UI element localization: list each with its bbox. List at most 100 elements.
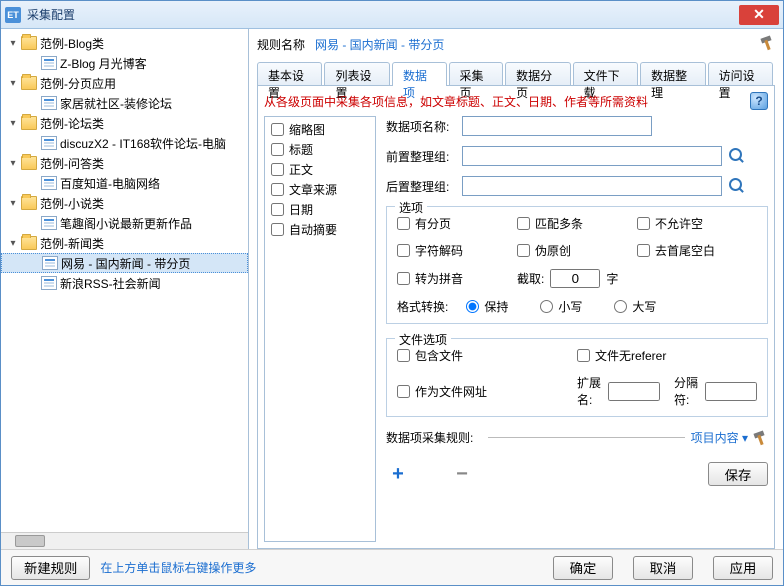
- tree-item[interactable]: 新浪RSS-社会新闻: [1, 273, 248, 293]
- expander-icon[interactable]: ▾: [7, 157, 19, 169]
- opt-include-file[interactable]: 包含文件: [397, 347, 577, 364]
- tree-label: 新浪RSS-社会新闻: [60, 275, 161, 292]
- ok-button[interactable]: 确定: [553, 556, 613, 580]
- expander-icon[interactable]: ▾: [7, 197, 19, 209]
- tab-3[interactable]: 采集页: [449, 62, 504, 85]
- pre-group-browse-icon[interactable]: [728, 147, 746, 165]
- tab-1[interactable]: 列表设置: [324, 62, 389, 85]
- opt-no-empty[interactable]: 不允许空: [637, 215, 757, 232]
- data-item-checkbox[interactable]: 日期: [271, 201, 369, 218]
- file-options-group: 文件选项 包含文件 文件无referer 作为文件网址 扩展名: 分隔符:: [386, 338, 768, 417]
- opt-to-pinyin[interactable]: 转为拼音: [397, 269, 517, 288]
- tree-item[interactable]: discuzX2 - IT168软件论坛-电脑: [1, 133, 248, 153]
- opt-has-paging[interactable]: 有分页: [397, 215, 517, 232]
- tree-label: 范例-小说类: [40, 195, 104, 212]
- tree-label: 范例-新闻类: [40, 235, 104, 252]
- tree-label: 范例-分页应用: [40, 75, 116, 92]
- opt-match-multi[interactable]: 匹配多条: [517, 215, 637, 232]
- file-icon: [41, 96, 57, 110]
- truncate-input[interactable]: [550, 269, 600, 288]
- tab-0[interactable]: 基本设置: [257, 62, 322, 85]
- titlebar: ET 采集配置 ✕: [1, 1, 783, 29]
- item-name-input[interactable]: [462, 116, 652, 136]
- opt-as-file-url[interactable]: 作为文件网址: [397, 374, 577, 408]
- folder-icon: [21, 156, 37, 170]
- tree-label: discuzX2 - IT168软件论坛-电脑: [60, 135, 226, 152]
- tree-label: 网易 - 国内新闻 - 带分页: [61, 255, 190, 272]
- tab-6[interactable]: 数据整理: [640, 62, 705, 85]
- tree-folder[interactable]: ▾范例-问答类: [1, 153, 248, 173]
- data-item-list[interactable]: 缩略图标题正文文章来源日期自动摘要: [264, 116, 376, 542]
- rule-name-value: 网易 - 国内新闻 - 带分页: [315, 36, 444, 53]
- expander-icon[interactable]: ▾: [7, 37, 19, 49]
- tree-item[interactable]: 网易 - 国内新闻 - 带分页: [1, 253, 248, 273]
- tree-folder[interactable]: ▾范例-Blog类: [1, 33, 248, 53]
- tab-7[interactable]: 访问设置: [708, 62, 773, 85]
- tree-item[interactable]: Z-Blog 月光博客: [1, 53, 248, 73]
- footer-hint[interactable]: 在上方单击鼠标右键操作更多: [100, 559, 256, 576]
- close-button[interactable]: ✕: [739, 5, 779, 25]
- cancel-button[interactable]: 取消: [633, 556, 693, 580]
- pre-group-label: 前置整理组:: [386, 148, 462, 165]
- post-group-select[interactable]: [462, 176, 722, 196]
- tree-h-scrollbar[interactable]: [1, 532, 248, 549]
- expander-icon[interactable]: ▾: [7, 77, 19, 89]
- tree-item[interactable]: 家居就社区-装修论坛: [1, 93, 248, 113]
- tree-folder[interactable]: ▾ 范例-分页应用: [1, 73, 248, 93]
- opt-fake-orig[interactable]: 伪原创: [517, 242, 637, 259]
- options-group: 选项 有分页 匹配多条 不允许空 字符解码 伪原创 去首尾空白 转为拼音 截取:: [386, 206, 768, 324]
- data-item-checkbox[interactable]: 缩略图: [271, 121, 369, 138]
- truncate-row: 截取: 字: [517, 269, 757, 288]
- tree-folder[interactable]: ▾范例-论坛类: [1, 113, 248, 133]
- data-item-checkbox[interactable]: 标题: [271, 141, 369, 158]
- tab-5[interactable]: 文件下载: [573, 62, 638, 85]
- radio-keep[interactable]: 保持: [466, 298, 508, 315]
- radio-upper[interactable]: 大写: [614, 298, 656, 315]
- data-item-checkbox[interactable]: 正文: [271, 161, 369, 178]
- rule-name-label: 规则名称: [257, 36, 305, 53]
- collect-rule-edit-icon[interactable]: [752, 430, 768, 446]
- truncate-unit: 字: [606, 270, 618, 287]
- tree-item[interactable]: 笔趣阁小说最新更新作品: [1, 213, 248, 233]
- ext-label: 扩展名:: [577, 374, 604, 408]
- expander-icon[interactable]: ▾: [7, 237, 19, 249]
- expander-icon[interactable]: ▾: [7, 117, 19, 129]
- tab-4[interactable]: 数据分页: [505, 62, 570, 85]
- help-icon[interactable]: ?: [750, 92, 768, 110]
- file-icon: [42, 256, 58, 270]
- radio-lower[interactable]: 小写: [540, 298, 582, 315]
- collect-rule-link[interactable]: 项目内容 ▾: [691, 429, 748, 446]
- folder-icon: [21, 76, 37, 90]
- opt-char-decode[interactable]: 字符解码: [397, 242, 517, 259]
- file-icon: [41, 216, 57, 230]
- collect-rule-row: 数据项采集规则: 项目内容 ▾: [386, 429, 768, 446]
- data-item-checkbox[interactable]: 自动摘要: [271, 221, 369, 238]
- save-button[interactable]: 保存: [708, 462, 768, 486]
- tree-item[interactable]: 百度知道-电脑网络: [1, 173, 248, 193]
- truncate-label: 截取:: [517, 270, 544, 287]
- rule-tree[interactable]: ▾范例-Blog类Z-Blog 月光博客▾范例-分页应用家居就社区-装修论坛▾范…: [1, 29, 248, 532]
- post-group-browse-icon[interactable]: [728, 177, 746, 195]
- opt-trim-blank[interactable]: 去首尾空白: [637, 242, 757, 259]
- pre-group-select[interactable]: [462, 146, 722, 166]
- apply-button[interactable]: 应用: [713, 556, 773, 580]
- tree-folder[interactable]: ▾ 范例-小说类: [1, 193, 248, 213]
- scrollbar-thumb[interactable]: [15, 535, 45, 547]
- options-legend: 选项: [395, 199, 427, 216]
- tree-folder[interactable]: ▾ 范例-新闻类: [1, 233, 248, 253]
- edit-rule-icon[interactable]: [759, 35, 775, 54]
- tree-label: 家居就社区-装修论坛: [60, 95, 172, 112]
- add-button[interactable]: +: [386, 462, 410, 486]
- new-rule-button[interactable]: 新建规则: [11, 556, 90, 580]
- footer: 新建规则 在上方单击鼠标右键操作更多 确定 取消 应用: [1, 549, 783, 585]
- file-icon: [41, 276, 57, 290]
- remove-button[interactable]: −: [450, 462, 474, 486]
- data-item-checkbox[interactable]: 文章来源: [271, 181, 369, 198]
- item-name-label: 数据项名称:: [386, 118, 462, 135]
- opt-no-referer[interactable]: 文件无referer: [577, 347, 757, 364]
- file-icon: [41, 176, 57, 190]
- sep-input[interactable]: [705, 382, 757, 401]
- tab-2[interactable]: 数据项: [392, 62, 447, 86]
- file-options-legend: 文件选项: [395, 331, 451, 348]
- ext-input[interactable]: [608, 382, 660, 401]
